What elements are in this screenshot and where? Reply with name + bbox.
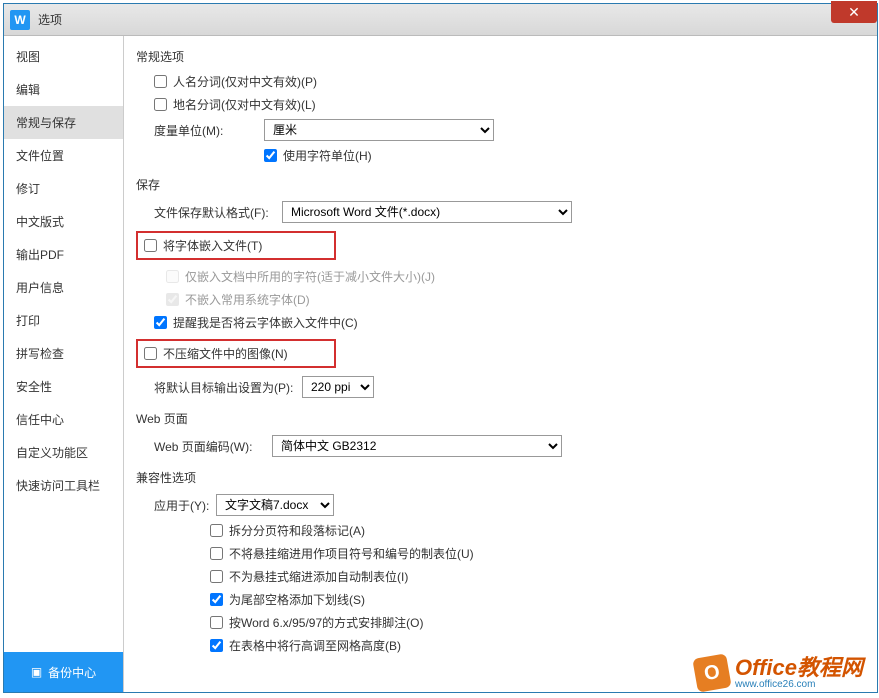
embed-fonts-checkbox[interactable] [144,239,157,252]
options-scroll-area[interactable]: 常规选项 人名分词(仅对中文有效)(P) 地名分词(仅对中文有效)(L) 度量单… [136,44,873,684]
highlight-no-compress: 不压缩文件中的图像(N) [136,339,336,368]
tail-underline-label: 为尾部空格添加下划线(S) [229,591,365,608]
no-embed-system-label: 不嵌入常用系统字体(D) [185,291,310,308]
word6-endnote-checkbox[interactable] [210,616,223,629]
default-format-select[interactable]: Microsoft Word 文件(*.docx) [282,201,572,223]
place-name-split-label: 地名分词(仅对中文有效)(L) [173,96,316,113]
web-encoding-label: Web 页面编码(W): [154,438,272,455]
sidebar-item-quick-access[interactable]: 快速访问工具栏 [4,469,123,502]
sidebar-item-revision[interactable]: 修订 [4,172,123,205]
sidebar-item-user-info[interactable]: 用户信息 [4,271,123,304]
section-compat-title: 兼容性选项 [136,469,865,486]
unit-select[interactable]: 厘米 [264,119,494,141]
section-general-title: 常规选项 [136,48,865,65]
apply-to-select[interactable]: 文字文稿7.docx [216,494,334,516]
no-embed-system-checkbox [166,293,179,306]
no-auto-tab-label: 不为悬挂式缩进添加自动制表位(I) [229,568,408,585]
place-name-split-checkbox[interactable] [154,98,167,111]
watermark-logo-icon: O [692,653,731,692]
person-name-split-checkbox[interactable] [154,75,167,88]
no-hang-indent-checkbox[interactable] [210,547,223,560]
sidebar-item-security[interactable]: 安全性 [4,370,123,403]
embed-only-used-checkbox [166,270,179,283]
sidebar-item-file-location[interactable]: 文件位置 [4,139,123,172]
section-web-title: Web 页面 [136,410,865,427]
table-height-label: 在表格中将行高调至网格高度(B) [229,637,401,654]
remind-cloud-label: 提醒我是否将云字体嵌入文件中(C) [173,314,358,331]
section-save-title: 保存 [136,176,865,193]
sidebar-item-custom-ribbon[interactable]: 自定义功能区 [4,436,123,469]
sidebar-item-print[interactable]: 打印 [4,304,123,337]
unit-label: 度量单位(M): [154,122,264,139]
word6-endnote-label: 按Word 6.x/95/97的方式安排脚注(O) [229,614,424,631]
default-format-label: 文件保存默认格式(F): [154,204,282,221]
sidebar-item-view[interactable]: 视图 [4,40,123,73]
remind-cloud-checkbox[interactable] [154,316,167,329]
tail-underline-checkbox[interactable] [210,593,223,606]
person-name-split-label: 人名分词(仅对中文有效)(P) [173,73,317,90]
no-compress-img-label: 不压缩文件中的图像(N) [163,345,288,362]
title-bar: W 选项 ✕ [4,4,877,36]
window-title: 选项 [38,11,62,28]
backup-center-button[interactable]: ▣ 备份中心 [4,652,123,692]
sidebar-item-trust-center[interactable]: 信任中心 [4,403,123,436]
sidebar-item-chinese-layout[interactable]: 中文版式 [4,205,123,238]
default-target-select[interactable]: 220 ppi [302,376,374,398]
watermark-url: www.office26.com [735,679,863,690]
split-page-label: 拆分分页符和段落标记(A) [229,522,365,539]
no-hang-indent-label: 不将悬挂缩进用作项目符号和编号的制表位(U) [229,545,474,562]
no-compress-img-checkbox[interactable] [144,347,157,360]
sidebar-item-general-save[interactable]: 常规与保存 [4,106,123,139]
sidebar-item-spellcheck[interactable]: 拼写检查 [4,337,123,370]
backup-icon: ▣ [31,665,42,679]
table-height-checkbox[interactable] [210,639,223,652]
sidebar: 视图 编辑 常规与保存 文件位置 修订 中文版式 输出PDF 用户信息 打印 拼… [4,36,124,692]
watermark-text: Office教程网 [735,657,863,679]
apply-to-label: 应用于(Y): [154,497,216,514]
sidebar-item-edit[interactable]: 编辑 [4,73,123,106]
split-page-checkbox[interactable] [210,524,223,537]
default-target-label: 将默认目标输出设置为(P): [154,379,302,396]
backup-label: 备份中心 [48,664,96,681]
watermark: O Office教程网 www.office26.com [695,656,863,690]
embed-fonts-label: 将字体嵌入文件(T) [163,237,262,254]
sidebar-item-output-pdf[interactable]: 输出PDF [4,238,123,271]
embed-only-used-label: 仅嵌入文档中所用的字符(适于减小文件大小)(J) [185,268,435,285]
highlight-embed-fonts: 将字体嵌入文件(T) [136,231,336,260]
use-char-unit-checkbox[interactable] [264,149,277,162]
app-logo-icon: W [10,10,30,30]
web-encoding-select[interactable]: 简体中文 GB2312 [272,435,562,457]
use-char-unit-label: 使用字符单位(H) [283,147,372,164]
close-button[interactable]: ✕ [831,1,877,23]
no-auto-tab-checkbox[interactable] [210,570,223,583]
